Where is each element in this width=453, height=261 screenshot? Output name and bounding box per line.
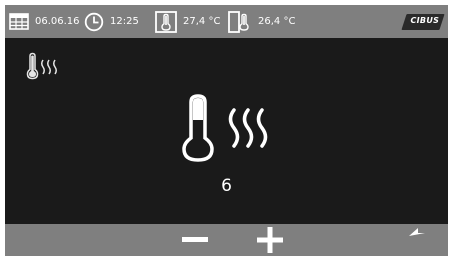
time-status: 12:25 (84, 5, 139, 38)
status-bar: 06.06.16 12:25 27,4 °C 26,4 °C CIBUS (5, 5, 448, 38)
outdoor-thermometer-icon (228, 10, 249, 33)
date-text: 06.06.16 (35, 16, 80, 27)
indoor-thermometer-icon (155, 10, 177, 33)
device-screen: 06.06.16 12:25 27,4 °C 26,4 °C CIBUS 6 (0, 0, 453, 261)
back-icon (409, 228, 425, 236)
level-value: 6 (221, 176, 232, 196)
large-thermometer-heat-icon (182, 94, 268, 162)
clock-icon (84, 12, 104, 31)
back-button[interactable] (403, 224, 437, 256)
date-status: 06.06.16 (9, 5, 80, 38)
plus-icon (257, 227, 283, 253)
calendar-icon (9, 13, 29, 30)
outside-temperature-status: 26,4 °C (228, 5, 295, 38)
time-text: 12:25 (110, 16, 139, 27)
increase-button[interactable] (250, 224, 290, 256)
decrease-button[interactable] (175, 224, 215, 256)
minus-icon (182, 237, 208, 242)
inside-temperature-status: 27,4 °C (155, 5, 220, 38)
thermometer-heat-icon (26, 52, 57, 80)
outside-temperature-text: 26,4 °C (258, 16, 296, 27)
control-bar (5, 224, 448, 256)
brand-logo-text: CIBUS (410, 16, 440, 25)
inside-temperature-text: 27,4 °C (183, 16, 221, 27)
brand-logo: CIBUS (401, 14, 445, 30)
main-panel: 6 (5, 38, 448, 224)
